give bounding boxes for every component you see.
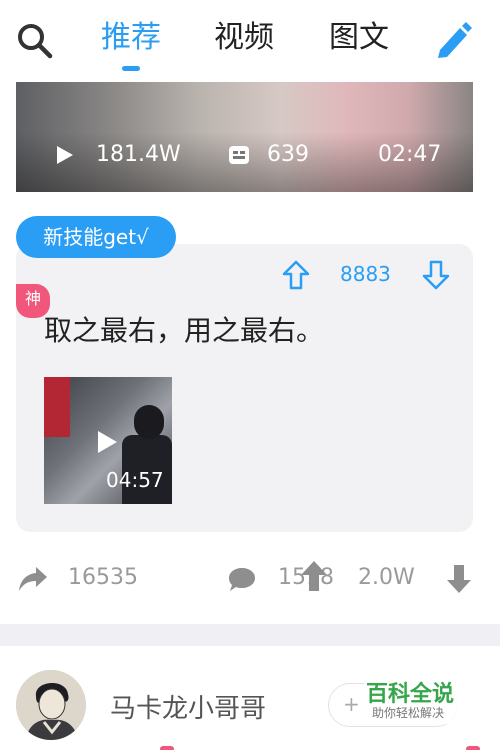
avatar-illustration-icon <box>16 670 86 740</box>
share-icon[interactable] <box>18 566 48 592</box>
play-count: 181.4W <box>96 142 181 167</box>
username[interactable]: 马卡龙小哥哥 <box>110 688 266 725</box>
danmaku-icon <box>229 146 249 164</box>
dislike-arrow-icon[interactable] <box>446 564 472 594</box>
edit-pencil-icon[interactable] <box>434 20 474 60</box>
downvote-arrow-icon[interactable] <box>422 260 450 290</box>
video-duration: 02:47 <box>378 142 442 167</box>
bottom-indicator <box>466 746 480 750</box>
topic-tag[interactable]: 新技能get√ <box>16 216 176 258</box>
active-tab-indicator <box>122 66 140 71</box>
follow-plus: + <box>343 692 360 716</box>
share-count: 16535 <box>68 565 138 590</box>
upvote-arrow-icon[interactable] <box>282 260 310 290</box>
tab-image-text[interactable]: 图文 <box>329 18 389 58</box>
avatar[interactable] <box>16 670 86 740</box>
post-video-duration: 04:57 <box>106 468 164 492</box>
video-thumbnail[interactable]: 181.4W 639 02:47 <box>16 82 473 192</box>
search-icon[interactable] <box>16 22 54 60</box>
post-text: 取之最右，用之最右。 <box>44 314 325 347</box>
post-score: 8883 <box>340 262 391 286</box>
bottom-indicator <box>160 746 174 750</box>
top-navigation: 推荐 视频 图文 <box>0 0 500 82</box>
section-divider <box>0 624 500 646</box>
play-icon <box>98 431 117 453</box>
like-arrow-icon[interactable] <box>300 560 328 592</box>
watermark-subtitle: 助你轻松解决 <box>372 706 445 720</box>
comment-icon[interactable] <box>228 566 256 592</box>
tab-video[interactable]: 视频 <box>214 18 274 58</box>
like-count: 2.0W <box>358 565 415 590</box>
tab-recommend[interactable]: 推荐 <box>101 18 161 58</box>
danmaku-count: 639 <box>267 142 309 167</box>
thumbnail-poster <box>44 377 70 437</box>
thumbnail-person-head <box>134 405 164 439</box>
play-icon <box>57 146 73 164</box>
